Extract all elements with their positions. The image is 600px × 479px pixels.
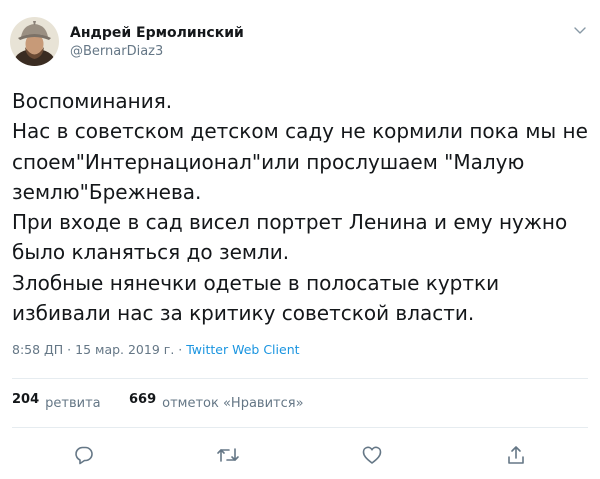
likes-count: 669	[129, 392, 157, 407]
reply-button[interactable]	[69, 440, 99, 470]
share-icon	[508, 446, 524, 464]
chevron-down-icon[interactable]	[572, 23, 588, 39]
heart-icon	[362, 446, 382, 464]
meta-separator: ·	[174, 342, 187, 357]
display-name[interactable]: Андрей Ермолинский	[70, 24, 244, 42]
divider	[12, 378, 588, 379]
source-link[interactable]: Twitter Web Client	[186, 342, 299, 357]
divider	[12, 427, 588, 428]
user-handle[interactable]: @BernarDiaz3	[70, 43, 244, 61]
likes-stat[interactable]: 669 отметок «Нравится»	[129, 392, 304, 411]
retweet-icon	[217, 448, 239, 462]
timestamp[interactable]: 8:58 ДП · 15 мар. 2019 г.	[12, 342, 174, 357]
user-info[interactable]: Андрей Ермолинский @BernarDiaz3	[70, 24, 244, 61]
reply-icon	[75, 446, 93, 465]
retweets-stat[interactable]: 204 ретвита	[12, 392, 101, 411]
tweet-meta: 8:58 ДП · 15 мар. 2019 г. · Twitter Web …	[12, 341, 300, 359]
tweet-card: Андрей Ермолинский @BernarDiaz3 Воспомин…	[0, 0, 600, 479]
likes-label: отметок «Нравится»	[162, 396, 304, 411]
tweet-text: Воспоминания. Нас в советском детском са…	[12, 89, 588, 326]
retweets-count: 204	[12, 392, 40, 407]
like-button[interactable]	[357, 440, 387, 470]
avatar[interactable]	[10, 17, 59, 66]
action-bar	[0, 440, 600, 470]
retweet-button[interactable]	[213, 440, 243, 470]
tweet-header: Андрей Ермолинский @BernarDiaz3	[10, 17, 590, 69]
share-button[interactable]	[501, 440, 531, 470]
retweets-label: ретвита	[45, 396, 101, 411]
